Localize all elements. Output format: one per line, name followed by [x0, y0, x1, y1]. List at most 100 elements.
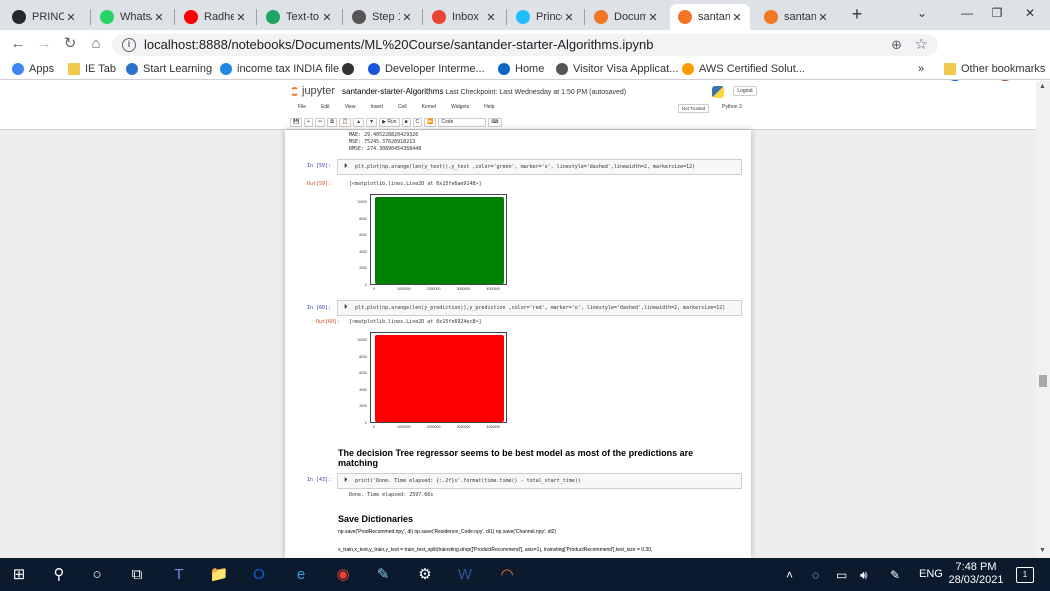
- browser-tab[interactable]: Docum ✕: [586, 4, 666, 30]
- volume-icon[interactable]: 🔊︎: [860, 568, 868, 583]
- cell-type-select[interactable]: Code: [438, 118, 487, 127]
- jupyter-logo[interactable]: jupyter: [290, 85, 335, 97]
- task-view-icon[interactable]: ⧉: [126, 564, 148, 586]
- notification-center-icon[interactable]: 1: [1016, 567, 1034, 583]
- battery-icon[interactable]: ▭: [836, 568, 847, 582]
- browser-tab[interactable]: Inbox ✕: [424, 4, 504, 30]
- close-tab-icon[interactable]: ✕: [816, 11, 830, 24]
- language-indicator[interactable]: ENG: [919, 568, 943, 580]
- settings-icon[interactable]: ⚙: [414, 564, 436, 586]
- edge-icon[interactable]: e: [290, 564, 312, 586]
- minimize-button[interactable]: —: [955, 4, 979, 22]
- reload-icon[interactable]: ↻: [60, 34, 80, 54]
- code-text[interactable]: plt.plot(np.arange(len(y_test)),y_test ,…: [355, 164, 695, 170]
- start-button[interactable]: ⊞: [8, 564, 30, 586]
- cut-button[interactable]: ✂: [315, 118, 326, 127]
- notebook-name[interactable]: santander-starter-Algorithms: [342, 87, 443, 96]
- chrome-icon[interactable]: ◉: [332, 564, 354, 586]
- browser-tab[interactable]: Radhe ✕: [176, 4, 254, 30]
- teams-icon[interactable]: T: [168, 564, 190, 586]
- other-bookmarks-folder[interactable]: Other bookmarks: [944, 61, 1045, 77]
- menu-edit[interactable]: Edit: [321, 104, 330, 114]
- code-cell-input[interactable]: ⏵ plt.plot(np.arange(len(y_test)),y_test…: [337, 159, 742, 175]
- scrollbar-thumb[interactable]: [1039, 375, 1047, 387]
- browser-tab[interactable]: Whats/✕: [92, 4, 172, 30]
- bookmarks-overflow-button[interactable]: »: [918, 61, 924, 77]
- logout-button[interactable]: Logout: [733, 86, 757, 96]
- close-window-button[interactable]: ✕: [1018, 4, 1042, 22]
- search-icon[interactable]: ⚲: [48, 564, 70, 586]
- close-tab-icon[interactable]: ✕: [484, 11, 498, 24]
- bookmark-star-icon[interactable]: ☆: [915, 35, 928, 53]
- keyboard-icon[interactable]: ⌨: [488, 118, 502, 127]
- run-cell-icon[interactable]: ⏵: [344, 477, 348, 485]
- tab-search-icon[interactable]: ⌄: [910, 4, 934, 22]
- bookmark-item[interactable]: Home: [498, 61, 544, 77]
- system-clock[interactable]: 7:48 PM 28/03/2021: [945, 561, 1007, 587]
- menu-file[interactable]: File: [298, 104, 306, 114]
- home-icon[interactable]: ⌂: [86, 34, 106, 54]
- file-explorer-icon[interactable]: 📁: [208, 564, 230, 586]
- pen-icon[interactable]: ✎: [890, 568, 900, 582]
- move-down-button[interactable]: ▼: [366, 118, 378, 127]
- bookmark-item[interactable]: [342, 61, 359, 77]
- save-button[interactable]: 💾: [290, 118, 303, 127]
- bookmark-item[interactable]: IE Tab: [68, 61, 116, 77]
- close-tab-icon[interactable]: ✕: [562, 11, 576, 24]
- code-cell-input[interactable]: ⏵ plt.plot(np.arange(len(y_prediction)),…: [337, 300, 742, 316]
- paste-button[interactable]: 📋: [338, 118, 352, 127]
- run-all-button[interactable]: ⏩: [424, 118, 437, 127]
- new-tab-button[interactable]: +: [848, 5, 866, 24]
- app-icon[interactable]: ✎: [372, 564, 394, 586]
- trusted-indicator[interactable]: Not Trusted: [678, 104, 709, 113]
- code-text[interactable]: plt.plot(np.arange(len(y_prediction)),y_…: [355, 305, 725, 311]
- scroll-down-icon[interactable]: ▼: [1039, 547, 1046, 554]
- insert-cell-button[interactable]: +: [304, 118, 314, 127]
- menu-insert[interactable]: Insert: [370, 104, 383, 114]
- bookmark-item[interactable]: AWS Certified Solut...: [682, 61, 805, 77]
- close-tab-icon[interactable]: ✕: [730, 11, 744, 24]
- bookmark-item[interactable]: income tax INDIA file: [220, 61, 339, 77]
- bookmark-item[interactable]: Start Learning: [126, 61, 212, 77]
- browser-tab[interactable]: Text-to ✕: [258, 4, 340, 30]
- cortana-icon[interactable]: ○: [86, 564, 108, 586]
- browser-tab[interactable]: santan ✕: [670, 4, 750, 30]
- close-tab-icon[interactable]: ✕: [646, 11, 660, 24]
- browser-tab[interactable]: santan ✕: [756, 4, 836, 30]
- address-bar[interactable]: i localhost:8888/notebooks/Documents/ML%…: [112, 34, 938, 56]
- bookmark-item[interactable]: Developer Interme...: [368, 61, 485, 77]
- close-tab-icon[interactable]: ✕: [234, 11, 248, 24]
- show-hidden-icons[interactable]: ˄: [786, 568, 793, 582]
- word-icon[interactable]: W: [454, 564, 476, 586]
- copy-button[interactable]: ⧉: [327, 118, 337, 127]
- run-cell-icon[interactable]: ⏵: [344, 163, 348, 171]
- browser-tab[interactable]: Prince✕: [508, 4, 582, 30]
- notebook-title[interactable]: santander-starter-Algorithms Last Checkp…: [342, 87, 626, 96]
- close-tab-icon[interactable]: ✕: [320, 11, 334, 24]
- jupyter-icon[interactable]: ◠: [496, 564, 518, 586]
- menu-view[interactable]: View: [345, 104, 356, 114]
- restore-button[interactable]: ❐: [985, 4, 1009, 22]
- back-icon[interactable]: ←: [8, 34, 28, 54]
- code-text[interactable]: print('Done. Time elapsed: {:.2f}s'.form…: [355, 478, 581, 484]
- zoom-icon[interactable]: ⊕: [891, 37, 902, 53]
- site-info-icon[interactable]: i: [122, 38, 136, 52]
- close-tab-icon[interactable]: ✕: [64, 11, 78, 24]
- menu-kernel[interactable]: Kernel: [422, 104, 436, 114]
- run-button[interactable]: ▶ Run: [379, 118, 400, 127]
- restart-button[interactable]: C: [412, 118, 423, 127]
- interrupt-button[interactable]: ■: [401, 118, 411, 127]
- outlook-icon[interactable]: O: [248, 564, 270, 586]
- browser-tab[interactable]: Step 1✕: [344, 4, 420, 30]
- network-icon[interactable]: ◌: [812, 568, 819, 582]
- page-scrollbar[interactable]: ▲ ▼: [1036, 81, 1050, 558]
- code-cell-input[interactable]: ⏵ print('Done. Time elapsed: {:.2f}s'.fo…: [337, 473, 742, 489]
- move-up-button[interactable]: ▲: [353, 118, 365, 127]
- close-tab-icon[interactable]: ✕: [400, 11, 414, 24]
- menu-widgets[interactable]: Widgets: [451, 104, 469, 114]
- url-text[interactable]: localhost:8888/notebooks/Documents/ML%20…: [144, 37, 653, 52]
- close-tab-icon[interactable]: ✕: [152, 11, 166, 24]
- run-cell-icon[interactable]: ⏵: [344, 304, 348, 312]
- menu-cell[interactable]: Cell: [398, 104, 407, 114]
- bookmark-item[interactable]: Visitor Visa Applicat...: [556, 61, 678, 77]
